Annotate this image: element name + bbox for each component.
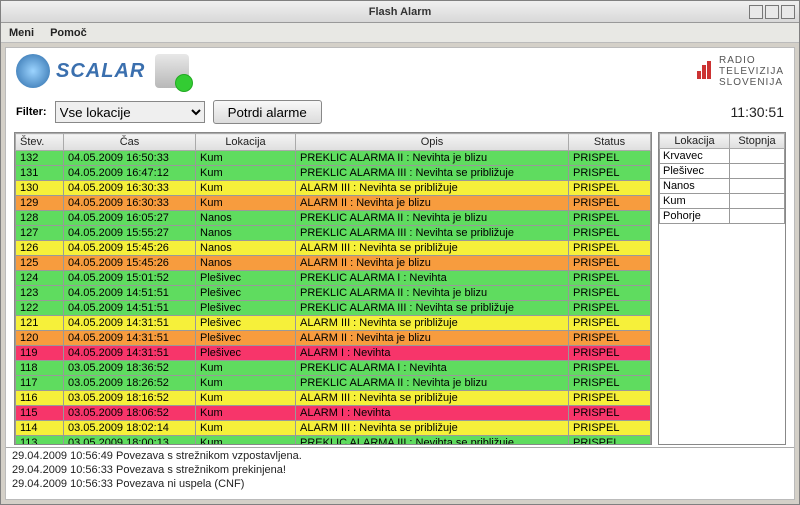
col-opis[interactable]: Opis [296, 134, 569, 151]
table-row[interactable]: 13004.05.2009 16:30:33KumALARM III : Nev… [16, 181, 651, 196]
side-col-lok[interactable]: Lokacija [660, 134, 730, 149]
menu-meni[interactable]: Meni [9, 27, 34, 39]
rtv-logo-icon [697, 61, 712, 82]
menu-bar: Meni Pomoč [1, 23, 799, 43]
alarm-table[interactable]: Štev. Čas Lokacija Opis Status 13204.05.… [14, 132, 652, 445]
list-item[interactable]: Nanos [660, 179, 785, 194]
filter-row: Filter: Vse lokacije Potrdi alarme 11:30… [6, 94, 794, 132]
list-item[interactable]: Pohorje [660, 209, 785, 224]
server-status-icon [155, 54, 189, 88]
table-row[interactable]: 11603.05.2009 18:16:52KumALARM III : Nev… [16, 391, 651, 406]
table-row[interactable]: 11703.05.2009 18:26:52KumPREKLIC ALARMA … [16, 376, 651, 391]
menu-pomoc[interactable]: Pomoč [50, 27, 87, 39]
table-row[interactable]: 12704.05.2009 15:55:27NanosPREKLIC ALARM… [16, 226, 651, 241]
table-row[interactable]: 12604.05.2009 15:45:26NanosALARM III : N… [16, 241, 651, 256]
col-status[interactable]: Status [569, 134, 651, 151]
col-stev[interactable]: Štev. [16, 134, 64, 151]
side-col-stp[interactable]: Stopnja [730, 134, 785, 149]
rtv-line3: SLOVENIJA [719, 77, 784, 88]
window-title: Flash Alarm [369, 6, 432, 18]
table-row[interactable]: 11403.05.2009 18:02:14KumALARM III : Nev… [16, 421, 651, 436]
window-titlebar: Flash Alarm [1, 1, 799, 23]
filter-select[interactable]: Vse lokacije [55, 101, 205, 123]
col-cas[interactable]: Čas [64, 134, 196, 151]
table-row[interactable]: 13204.05.2009 16:50:33KumPREKLIC ALARMA … [16, 151, 651, 166]
brand-row: SCALAR RADIO TELEVIZIJA SLOVENIJA [6, 48, 794, 94]
log-panel[interactable]: 29.04.2009 10:56:49 Povezava s strežniko… [6, 447, 794, 499]
list-item[interactable]: Kum [660, 194, 785, 209]
table-row[interactable]: 11503.05.2009 18:06:52KumALARM I : Nevih… [16, 406, 651, 421]
maximize-button[interactable] [765, 5, 779, 19]
list-item[interactable]: Krvavec [660, 149, 785, 164]
table-row[interactable]: 11904.05.2009 14:31:51PlešivecALARM I : … [16, 346, 651, 361]
table-row[interactable]: 12904.05.2009 16:30:33KumALARM II : Nevi… [16, 196, 651, 211]
col-lok[interactable]: Lokacija [196, 134, 296, 151]
table-row[interactable]: 12004.05.2009 14:31:51PlešivecALARM II :… [16, 331, 651, 346]
close-button[interactable] [781, 5, 795, 19]
rtv-line1: RADIO [719, 55, 784, 66]
table-row[interactable]: 12504.05.2009 15:45:26NanosALARM II : Ne… [16, 256, 651, 271]
confirm-alarms-button[interactable]: Potrdi alarme [213, 100, 322, 124]
filter-label: Filter: [16, 106, 47, 118]
log-line: 29.04.2009 10:56:49 Povezava s strežniko… [12, 450, 788, 464]
scalar-logo-icon [16, 54, 50, 88]
location-table[interactable]: Lokacija Stopnja KrvavecPlešivecNanosKum… [658, 132, 786, 445]
scalar-logo: SCALAR [16, 54, 145, 88]
table-row[interactable]: 11303.05.2009 18:00:13KumPREKLIC ALARMA … [16, 436, 651, 446]
minimize-button[interactable] [749, 5, 763, 19]
table-row[interactable]: 12404.05.2009 15:01:52PlešivecPREKLIC AL… [16, 271, 651, 286]
table-row[interactable]: 12204.05.2009 14:51:51PlešivecPREKLIC AL… [16, 301, 651, 316]
list-item[interactable]: Plešivec [660, 164, 785, 179]
table-row[interactable]: 12804.05.2009 16:05:27NanosPREKLIC ALARM… [16, 211, 651, 226]
log-line: 29.04.2009 10:56:33 Povezava s strežniko… [12, 464, 788, 478]
rtv-logo: RADIO TELEVIZIJA SLOVENIJA [697, 55, 784, 88]
log-line: 29.04.2009 10:56:33 Povezava ni uspela (… [12, 478, 788, 492]
clock: 11:30:51 [731, 104, 784, 120]
scalar-logo-text: SCALAR [56, 60, 145, 83]
table-row[interactable]: 13104.05.2009 16:47:12KumPREKLIC ALARMA … [16, 166, 651, 181]
table-row[interactable]: 11803.05.2009 18:36:52KumPREKLIC ALARMA … [16, 361, 651, 376]
table-row[interactable]: 12104.05.2009 14:31:51PlešivecALARM III … [16, 316, 651, 331]
rtv-line2: TELEVIZIJA [719, 66, 784, 77]
table-row[interactable]: 12304.05.2009 14:51:51PlešivecPREKLIC AL… [16, 286, 651, 301]
